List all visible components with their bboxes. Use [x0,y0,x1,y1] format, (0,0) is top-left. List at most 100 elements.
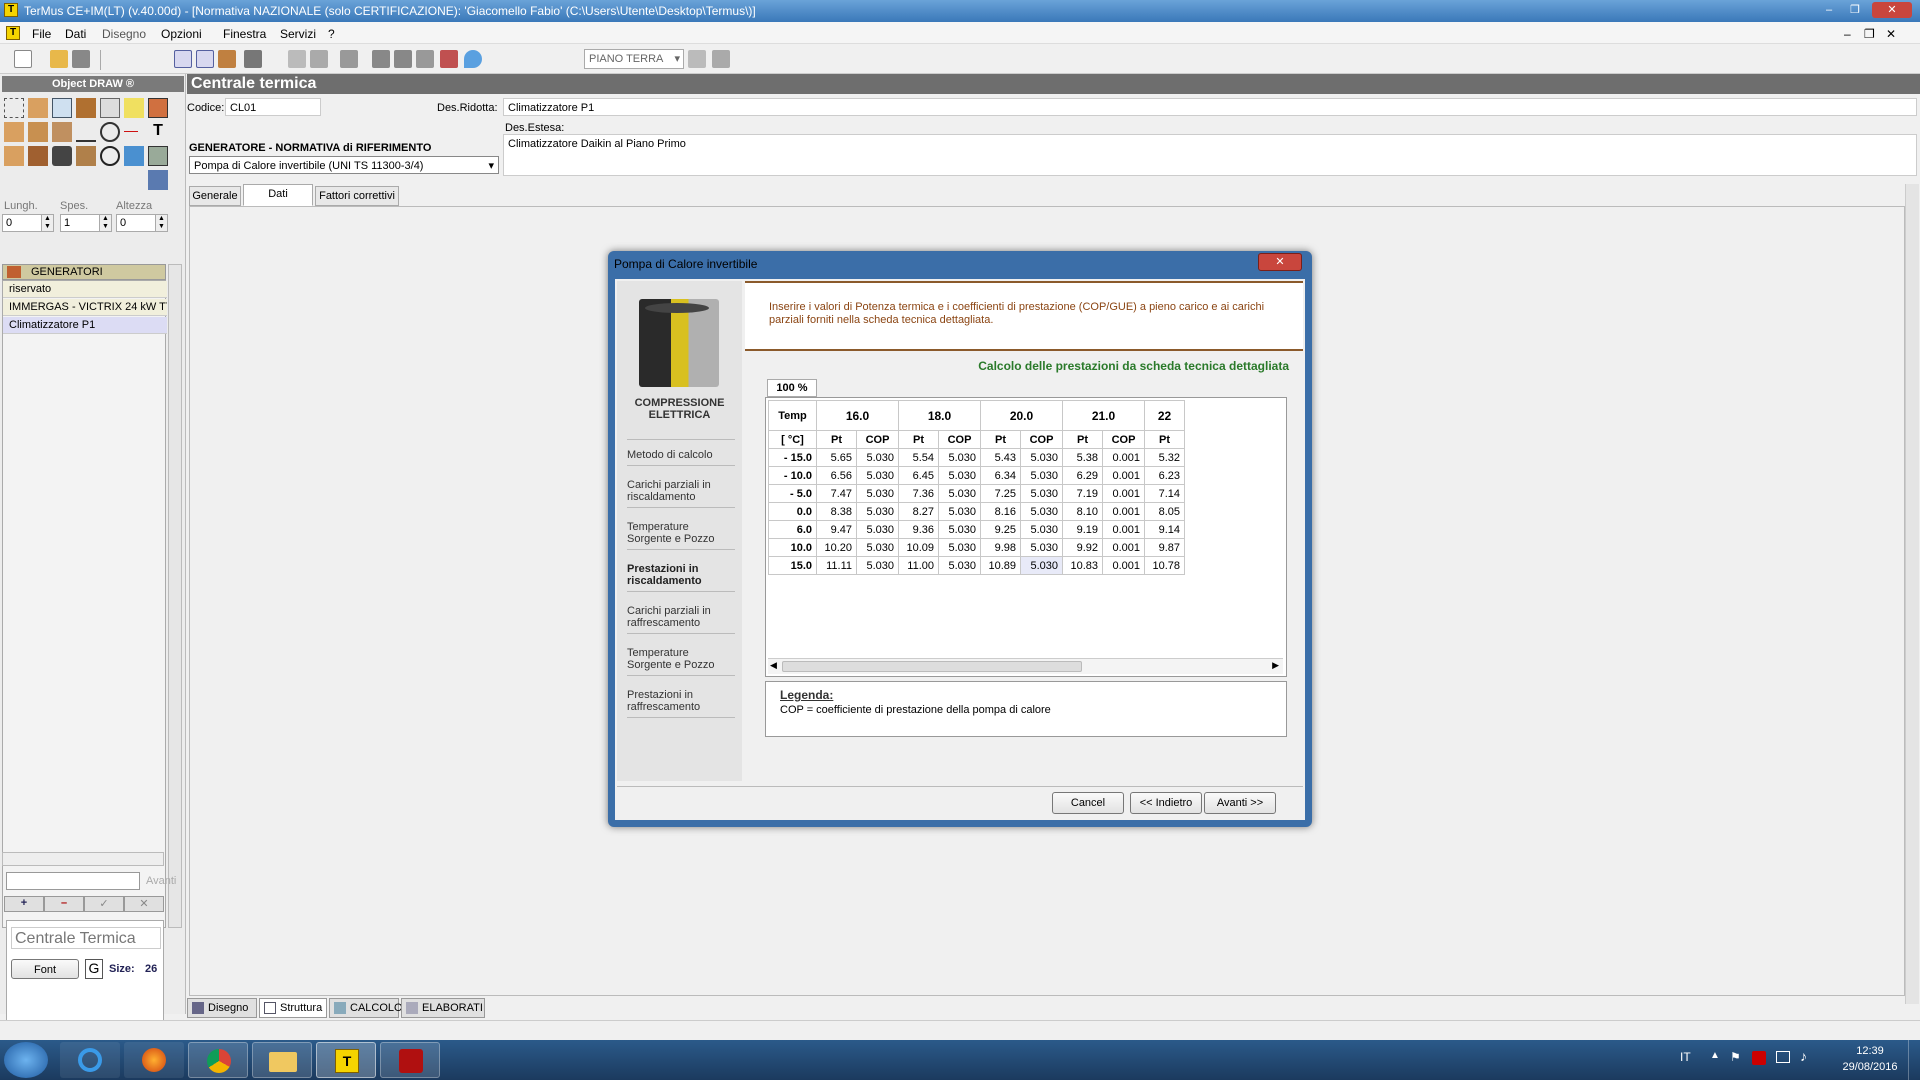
people-icon[interactable] [148,170,168,190]
table-cell[interactable]: 9.36 [898,520,939,539]
valve-icon[interactable] [416,50,434,68]
table-cell[interactable]: 5.38 [1062,448,1103,467]
table-cell[interactable]: 5.030 [1020,466,1063,485]
table-cell[interactable]: 5.54 [898,448,939,467]
main-vertical-scrollbar[interactable] [1905,184,1919,1004]
table-cell[interactable]: 5.030 [856,484,899,503]
tab-calcolo[interactable]: CALCOLO [329,998,403,1018]
table-cell[interactable]: 10.89 [980,556,1021,575]
tab-fattori-correttivi[interactable]: Fattori correttivi [315,186,399,206]
menu-dati[interactable]: Dati [65,27,86,41]
search-input[interactable] [6,872,140,890]
tab-dati-aggiuntivi[interactable]: Dati aggiuntivi [243,184,313,218]
des-ridotta-input[interactable]: Climatizzatore P1 [503,98,1917,116]
table-cell[interactable]: 6.45 [898,466,939,485]
table-cell[interactable]: 5.030 [856,538,899,557]
roof-icon[interactable] [28,146,48,166]
table-cell[interactable]: 5.030 [938,484,981,503]
mdi-close-icon[interactable]: ✕ [1886,27,1896,41]
table-cell[interactable]: 7.19 [1062,484,1103,503]
nav-prestazioni-raffrescamento[interactable]: Prestazioni in raffrescamento [627,689,735,718]
stair-icon[interactable] [28,122,48,142]
table-cell[interactable]: 11.11 [816,556,857,575]
spes-input[interactable]: 1 ▲ ▼ [60,214,112,232]
wall-block-icon[interactable] [28,98,48,118]
restore-button[interactable]: ❐ [1844,2,1866,18]
door-icon[interactable] [76,98,96,118]
table-cell[interactable]: 5.030 [938,538,981,557]
table-cell[interactable]: 5.030 [1020,448,1063,467]
table-cell[interactable]: 9.25 [980,520,1021,539]
menu-servizi[interactable]: Servizi [280,27,316,41]
confirm-button[interactable]: ✓ [84,896,124,912]
select-tool-icon[interactable] [4,98,24,118]
table-cell[interactable]: 0.001 [1102,448,1145,467]
table-cell[interactable]: 5.030 [1020,484,1063,503]
boiler-icon[interactable] [148,98,168,118]
plant-icon[interactable] [148,146,168,166]
codice-input[interactable]: CL01 [225,98,321,116]
app-icon[interactable]: T [4,3,18,17]
ramp-icon[interactable] [76,146,96,166]
table-cell[interactable]: 10.09 [898,538,939,557]
table-cell[interactable]: 5.030 [938,556,981,575]
list-item[interactable]: IMMERGAS - VICTRIX 24 kW TT R [3,299,167,316]
flag-icon[interactable]: ⚑ [1730,1050,1741,1064]
nav-temperature-riscaldamento[interactable]: Temperature Sorgente e Pozzo [627,521,735,550]
list-item[interactable]: riservato [3,281,167,298]
scroll-left-icon[interactable]: ◀ [770,660,777,671]
dimension-icon[interactable]: — [124,122,144,142]
tab-disegno[interactable]: Disegno [187,998,257,1018]
table-cell[interactable]: 9.92 [1062,538,1103,557]
add-button[interactable]: + [4,896,44,912]
floor-up-icon[interactable] [688,50,706,68]
table-cell[interactable]: 7.14 [1144,484,1185,503]
new-file-icon[interactable] [14,50,32,68]
column-icon[interactable] [52,122,72,142]
scroll-thumb[interactable] [782,661,1082,672]
table-cell[interactable]: 5.030 [938,448,981,467]
menu-disegno[interactable]: Disegno [102,27,146,41]
table-cell[interactable]: 8.10 [1062,502,1103,521]
tab-generale[interactable]: Generale [189,186,241,206]
dialog-close-button[interactable]: ✕ [1258,253,1302,271]
nav-temperature-raffrescamento[interactable]: Temperature Sorgente e Pozzo [627,647,735,676]
pipe-icon[interactable] [310,50,328,68]
branch-icon[interactable] [394,50,412,68]
generatore-select[interactable]: Pompa di Calore invertibile (UNI TS 1130… [189,156,499,174]
table-cell[interactable]: 0.001 [1102,538,1145,557]
table-cell[interactable]: 5.030 [1020,538,1063,557]
table-cell[interactable]: 5.030 [938,520,981,539]
altezza-input[interactable]: 0 ▲ ▼ [116,214,168,232]
list-item-selected[interactable]: Climatizzatore P1 [3,317,167,334]
table-cell[interactable]: 6.29 [1062,466,1103,485]
table-cell[interactable]: 9.47 [816,520,857,539]
spin-buttons[interactable]: ▲ ▼ [99,215,111,231]
clock-time[interactable]: 12:39 [1840,1045,1900,1057]
frame-icon[interactable] [100,98,120,118]
clock-date[interactable]: 29/08/2016 [1832,1061,1908,1073]
north-arrow-icon[interactable] [100,146,120,166]
table-cell[interactable]: 5.030 [938,502,981,521]
table-cell[interactable]: 0.001 [1102,502,1145,521]
floor-select[interactable]: PIANO TERRA ▾ [584,49,684,69]
layer-icon[interactable] [288,50,306,68]
table-cell[interactable]: 0.001 [1102,466,1145,485]
font-button[interactable]: Font [11,959,79,979]
network-icon[interactable] [1776,1051,1790,1063]
label-icon[interactable] [124,98,144,118]
tray-expand-icon[interactable]: ▲ [1710,1050,1720,1061]
table-cell[interactable]: 5.32 [1144,448,1185,467]
g-button[interactable]: G [85,959,103,979]
window-icon[interactable] [52,98,72,118]
mdi-minimize-icon[interactable]: – [1844,27,1851,41]
camera-icon[interactable] [52,146,72,166]
nav-carichi-riscaldamento[interactable]: Carichi parziali in riscaldamento [627,479,735,508]
cancel-small-button[interactable]: ✕ [124,896,164,912]
termus-taskbar-icon[interactable]: T [316,1042,376,1078]
start-button[interactable] [4,1042,48,1078]
window-tool-icon[interactable] [196,50,214,68]
text-preview[interactable]: Centrale Termica [11,927,161,949]
tab-elaborati[interactable]: ELABORATI [401,998,485,1018]
table-cell[interactable]: 5.030 [856,556,899,575]
